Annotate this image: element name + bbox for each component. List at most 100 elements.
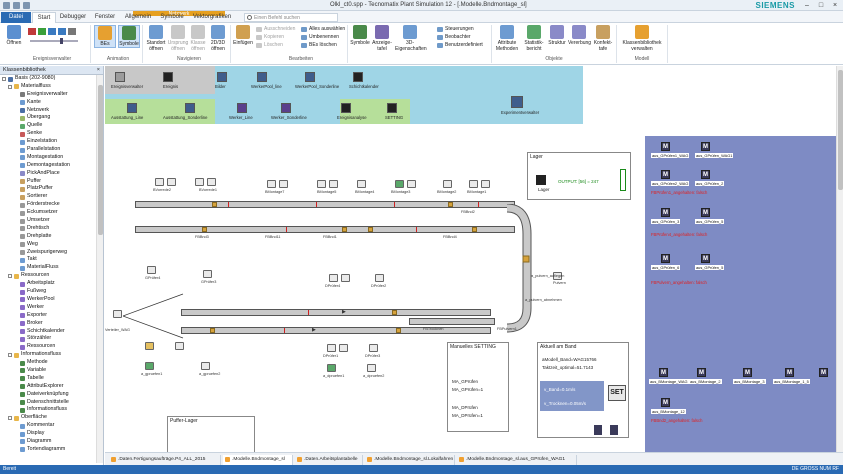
method-icon[interactable]: M <box>743 368 752 377</box>
settings-field[interactable]: MA_GPrüfen=1 <box>452 387 483 392</box>
library-item[interactable]: Exporter <box>0 312 103 320</box>
stop-icon[interactable] <box>58 28 66 35</box>
tab-symbole[interactable]: Symbole <box>156 12 188 23</box>
library-item[interactable]: Einzelstation <box>0 138 103 146</box>
method-icon[interactable]: M <box>661 170 670 179</box>
library-item[interactable]: Ereignisverwalter <box>0 91 103 99</box>
close-panel-icon[interactable]: × <box>97 66 100 75</box>
station[interactable] <box>327 364 336 372</box>
library-item[interactable]: Drehplatte <box>0 233 103 241</box>
tab-start[interactable]: Start <box>32 12 56 23</box>
tab-debugger[interactable]: Debugger <box>57 12 89 23</box>
station[interactable] <box>267 180 276 188</box>
standort-button[interactable]: Standort öffnen <box>145 25 167 52</box>
library-item[interactable]: MaterialFluss <box>0 264 103 272</box>
statistics-button[interactable]: Statistik-bericht <box>521 25 547 52</box>
delete-button[interactable]: Löschen <box>256 42 283 49</box>
library-item[interactable]: Kante <box>0 99 103 107</box>
ursprung-button[interactable]: Ursprung öffnen <box>167 25 189 52</box>
band-icon-1[interactable] <box>594 425 602 435</box>
library-item[interactable]: WerkerPool <box>0 296 103 304</box>
station[interactable] <box>341 274 350 282</box>
bes-button[interactable]: BEs <box>94 25 116 48</box>
conveyor-fbpruefen1[interactable]: ▶ <box>181 309 491 316</box>
library-item[interactable]: Arbeitsplatz <box>0 280 103 288</box>
werkerpool-line-icon[interactable] <box>257 72 267 82</box>
config-button[interactable]: Konfekt-tafe <box>592 25 614 52</box>
library-item[interactable]: Basis (202-9080) <box>0 75 103 83</box>
band-icon-2[interactable] <box>610 425 618 435</box>
right-scrollbar-thumb[interactable] <box>838 70 843 190</box>
station[interactable] <box>357 180 366 188</box>
select-all-button[interactable]: Alles auswählen <box>301 26 345 33</box>
station[interactable] <box>195 178 204 186</box>
method-icon[interactable]: M <box>661 398 670 407</box>
werkerpool-sonderline-icon[interactable] <box>305 72 315 82</box>
doc-tab[interactable]: .Daten.Fertigungsaufträge.P4_ALL_2015 <box>109 455 221 465</box>
library-item[interactable]: Ressourcen <box>0 343 103 351</box>
station[interactable] <box>147 266 156 274</box>
library-item[interactable]: Weg <box>0 241 103 249</box>
library-item[interactable]: Variable <box>0 367 103 375</box>
library-item[interactable]: Oberfläche <box>0 414 103 422</box>
werker-line-icon[interactable] <box>237 103 247 113</box>
quick-access-toolbar[interactable] <box>3 2 30 9</box>
setting-icon[interactable] <box>387 103 397 113</box>
library-item[interactable]: Demontagestation <box>0 162 103 170</box>
tab-file[interactable]: Datei <box>1 12 31 23</box>
method-icon[interactable]: M <box>701 170 710 179</box>
library-item[interactable]: Werker <box>0 304 103 312</box>
station[interactable] <box>407 180 416 188</box>
right-scrollbar[interactable] <box>836 66 843 452</box>
expand-icon[interactable] <box>8 274 12 279</box>
minimize-button[interactable]: – <box>801 1 813 10</box>
method-icon[interactable]: M <box>661 254 670 263</box>
library-item[interactable]: PlatzPuffer <box>0 185 103 193</box>
library-item[interactable]: Tabelle <box>0 375 103 383</box>
station[interactable] <box>207 178 216 186</box>
symbole2-button[interactable]: Symbole <box>349 25 371 46</box>
tab-allgemein[interactable]: Allgemein <box>121 12 155 23</box>
ereignisverwalter-icon[interactable] <box>115 72 125 82</box>
conveyor-fbtrocknen[interactable] <box>409 318 495 325</box>
ausstattung-line-icon[interactable] <box>127 103 137 113</box>
station[interactable] <box>327 344 336 352</box>
view-2d3d-button[interactable]: 2D/3D öffnen <box>207 25 229 52</box>
method-icon[interactable]: M <box>659 368 668 377</box>
method-icon[interactable]: M <box>697 368 706 377</box>
library-item[interactable]: Puffer <box>0 178 103 186</box>
library-item[interactable]: Methode <box>0 359 103 367</box>
ereignisanalyse-icon[interactable] <box>341 103 351 113</box>
library-item[interactable]: Montagestation <box>0 154 103 162</box>
library-item[interactable]: Quelle <box>0 122 103 130</box>
library-item[interactable]: Fußweg <box>0 288 103 296</box>
library-item[interactable]: Übergang <box>0 114 103 122</box>
station[interactable] <box>469 180 478 188</box>
expand-icon[interactable] <box>2 77 6 81</box>
copy-button[interactable]: Kopieren <box>256 34 284 41</box>
beobachter-button[interactable]: Beobachter <box>437 34 471 41</box>
conveyor-fbbnd3[interactable] <box>135 226 515 233</box>
lager-icon[interactable] <box>536 175 546 185</box>
method-icon[interactable]: M <box>661 142 670 151</box>
close-button[interactable]: × <box>829 1 841 10</box>
station[interactable] <box>167 178 176 186</box>
method-icon[interactable]: M <box>701 254 710 263</box>
set-button[interactable]: SET <box>608 385 626 401</box>
library-item[interactable]: Informationsfluss <box>0 406 103 414</box>
redo-icon[interactable] <box>23 2 30 9</box>
library-item[interactable]: Umsetzer <box>0 217 103 225</box>
step-icon[interactable] <box>48 28 56 35</box>
save-icon[interactable] <box>3 2 10 9</box>
attributes-button[interactable]: Attribute Methoden <box>494 25 520 52</box>
method-icon[interactable]: M <box>785 368 794 377</box>
library-item[interactable]: Ressourcen <box>0 272 103 280</box>
doc-tab-active[interactable]: .Modelle.Bndmontage_sl <box>223 455 293 465</box>
settings-field[interactable]: MA_DPrüfen <box>452 405 478 410</box>
band-trocknen[interactable]: v_Trocknen=0.05m/s <box>544 401 586 406</box>
station[interactable] <box>145 362 154 370</box>
library-item[interactable]: Tortendiagramm <box>0 446 103 454</box>
speed-slider[interactable] <box>30 40 78 42</box>
library-item[interactable]: AttributExplorer <box>0 383 103 391</box>
library-item[interactable]: Drehtisch <box>0 225 103 233</box>
